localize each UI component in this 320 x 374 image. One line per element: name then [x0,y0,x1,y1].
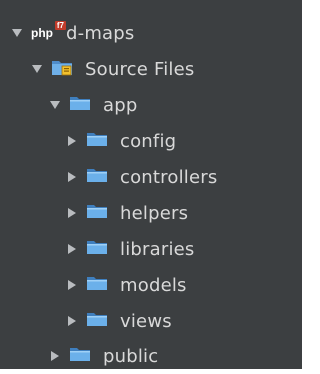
folder-icon [86,203,108,223]
app-folder-label: app [103,94,138,116]
collapsed-arrow-icon[interactable] [66,135,78,147]
folder-icon [86,311,108,331]
collapsed-arrow-icon[interactable] [66,279,78,291]
collapsed-arrow-icon[interactable] [66,243,78,255]
collapsed-arrow-icon[interactable] [66,171,78,183]
collapsed-arrow-icon[interactable] [66,207,78,219]
tree-node-models[interactable]: models [0,267,302,303]
php-project-icon: php f7 [31,21,66,40]
project-name-label: d-maps [66,22,135,44]
expanded-arrow-icon[interactable] [11,27,23,39]
folder-label: models [120,274,187,296]
folder-label: libraries [120,238,195,260]
tree-node-config[interactable]: config [0,123,302,159]
folder-label: views [120,310,172,332]
folder-icon [69,95,91,115]
tree-node-libraries[interactable]: libraries [0,231,302,267]
folder-icon [86,239,108,259]
collapsed-arrow-icon[interactable] [66,315,78,327]
folder-icon [86,275,108,295]
tree-node-controllers[interactable]: controllers [0,159,302,195]
tree-node-source-files[interactable]: Source Files [0,51,302,87]
project-tree-panel: php f7 d-maps Source Files app config co… [0,0,302,369]
public-folder-label: public [103,345,159,367]
folder-icon [86,167,108,187]
tree-node-app[interactable]: app [0,87,302,123]
expanded-arrow-icon[interactable] [31,63,43,75]
source-files-label: Source Files [85,58,195,80]
tree-node-project[interactable]: php f7 d-maps [0,15,302,51]
folder-label: controllers [120,166,218,188]
folder-label: config [120,130,177,152]
expanded-arrow-icon[interactable] [49,99,61,111]
collapsed-arrow-icon[interactable] [49,350,61,362]
source-folder-icon [51,58,73,80]
tree-node-helpers[interactable]: helpers [0,195,302,231]
folder-label: helpers [120,202,189,224]
tree-node-views[interactable]: views [0,303,302,339]
folder-icon [86,131,108,151]
folder-icon [69,346,91,366]
